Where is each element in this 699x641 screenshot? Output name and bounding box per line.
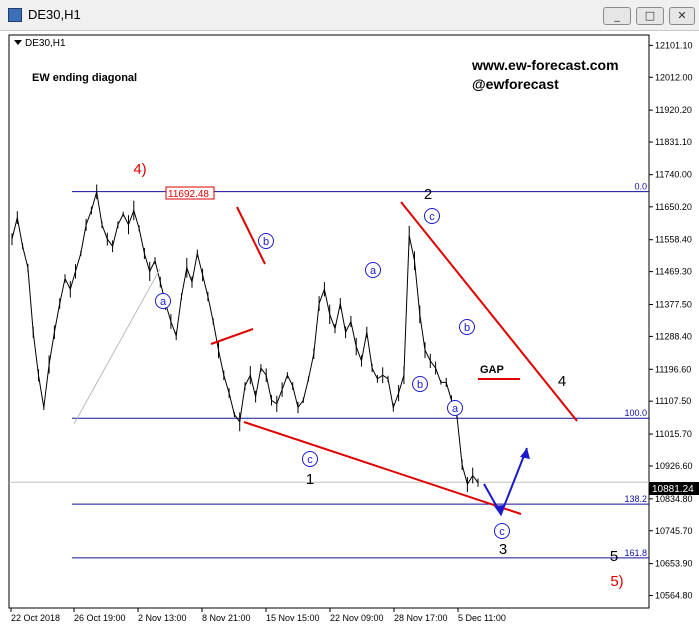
price-chart[interactable]: DE30,H1 EW ending diagonal www.ew-foreca… [0,31,699,636]
y-tick-label: 11469.30 [655,267,692,277]
wave-label: a [370,265,377,277]
close-button[interactable]: ✕ [669,7,695,25]
y-tick-label: 11377.50 [655,299,692,309]
x-tick-label: 22 Nov 09:00 [330,613,384,623]
window-titlebar: DE30,H1 _ □ ✕ [0,0,699,31]
y-tick-label: 10834.80 [655,494,693,504]
wave-label: a [452,403,459,415]
chart-background [0,31,699,636]
y-tick-label: 11196.60 [655,364,691,374]
chart-area[interactable]: DE30,H1 EW ending diagonal www.ew-foreca… [0,31,699,636]
wave-label: c [429,211,435,223]
chart-window-icon [8,8,22,22]
y-tick-label: 10745.70 [655,526,693,536]
watermark-url: www.ew-forecast.com [471,57,619,73]
fib-level-label: 0.0 [634,182,647,192]
wave-label: 5) [610,573,623,590]
maximize-button[interactable]: □ [636,7,664,25]
y-tick-label: 12012.00 [655,72,693,82]
x-tick-label: 28 Nov 17:00 [394,613,448,623]
x-tick-label: 8 Nov 21:00 [202,613,251,623]
fib-level-label: 161.8 [624,548,647,558]
y-tick-label: 12101.10 [655,40,693,50]
wave-label: b [464,322,470,334]
wave-label: b [417,379,423,391]
wave-label: 4 [558,373,566,390]
gap-label: GAP [480,364,504,376]
y-tick-label: 10564.80 [655,591,693,601]
x-tick-label: 26 Oct 19:00 [74,613,126,623]
symbol-label: DE30,H1 [25,38,66,49]
window-title: DE30,H1 [28,7,81,22]
wave-label: 1 [306,471,314,488]
wave-label: c [499,526,505,538]
x-tick-label: 22 Oct 2018 [11,613,60,623]
minimize-button[interactable]: _ [603,7,631,25]
x-tick-label: 2 Nov 13:00 [138,613,187,623]
fib-level-label: 100.0 [624,408,647,418]
y-tick-label: 11650.20 [655,202,692,212]
y-tick-label: 11558.40 [655,235,692,245]
y-tick-label: 11831.10 [655,137,692,147]
annotation-title: EW ending diagonal [32,72,137,84]
y-tick-label: 11920.20 [655,105,692,115]
wave-label: 3 [499,541,507,558]
y-tick-label: 11015.70 [655,429,692,439]
price-tag-label: 11692.48 [168,189,209,200]
y-tick-label: 10926.60 [655,461,693,471]
wave-label: b [263,236,269,248]
watermark-handle: @ewforecast [472,76,559,92]
y-tick-label: 11107.50 [655,396,691,406]
wave-label: 5 [610,548,618,565]
current-price-label: 10881.24 [652,484,694,495]
x-tick-label: 5 Dec 11:00 [458,613,506,623]
y-tick-label: 11288.40 [655,331,692,341]
wave-label: 2 [424,186,432,203]
wave-label: 4) [133,161,146,178]
x-tick-label: 15 Nov 15:00 [266,613,320,623]
wave-label: c [307,454,313,466]
fib-level-label: 138.2 [624,494,647,504]
wave-label: a [160,296,167,308]
y-tick-label: 10653.90 [655,559,693,569]
y-tick-label: 11740.00 [655,170,692,180]
